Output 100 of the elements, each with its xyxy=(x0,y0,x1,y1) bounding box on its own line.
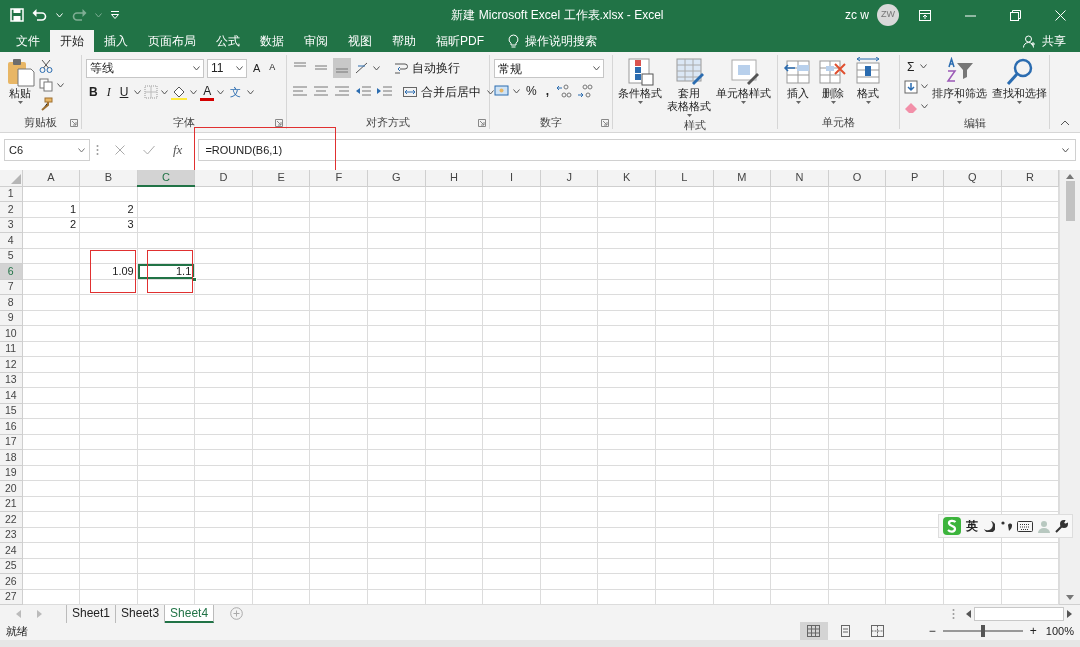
bold-button[interactable]: B xyxy=(86,82,101,102)
copy-icon[interactable] xyxy=(39,78,53,92)
table-cell[interactable]: 1 xyxy=(22,201,80,217)
caret-icon[interactable] xyxy=(920,64,928,69)
wrench-icon[interactable] xyxy=(1055,519,1068,533)
caret-icon[interactable] xyxy=(134,89,142,95)
ribbon-tab[interactable]: 帮助 xyxy=(382,30,426,52)
ribbon-tab[interactable]: 数据 xyxy=(250,30,294,52)
merge-center-button[interactable]: 合并后居中 xyxy=(400,82,484,102)
column-header[interactable]: R xyxy=(1001,170,1059,186)
conditional-formatting-button[interactable]: 条件格式 xyxy=(617,57,663,118)
column-header[interactable]: B xyxy=(79,170,138,186)
save-icon[interactable] xyxy=(10,8,24,22)
phonetic-guide-button[interactable]: 文 xyxy=(227,82,245,102)
underline-button[interactable]: U xyxy=(116,82,132,102)
increase-decimal-icon[interactable] xyxy=(555,83,573,99)
caret-icon[interactable] xyxy=(373,65,380,71)
column-header[interactable]: P xyxy=(885,170,944,186)
share-button[interactable]: 共享 xyxy=(1017,30,1072,52)
column-header[interactable]: C xyxy=(137,170,195,186)
moon-icon[interactable] xyxy=(983,520,995,532)
horizontal-scrollbar[interactable] xyxy=(974,606,1064,621)
table-cell[interactable]: 2 xyxy=(79,201,138,217)
keyboard-icon[interactable] xyxy=(1017,520,1033,532)
font-size-dropdown[interactable]: 11 xyxy=(207,58,247,78)
tell-me-search[interactable]: 操作说明搜索 xyxy=(502,30,603,52)
orientation-icon[interactable] xyxy=(354,61,370,75)
scroll-left-icon[interactable] xyxy=(966,609,971,618)
autosum-button[interactable]: Σ xyxy=(904,56,918,77)
dialog-launcher-icon[interactable] xyxy=(275,119,283,127)
zoom-level[interactable]: 100% xyxy=(1045,622,1074,640)
zoom-slider-thumb[interactable] xyxy=(980,625,985,637)
column-header[interactable]: K xyxy=(597,170,656,186)
format-painter-icon[interactable] xyxy=(39,97,53,111)
zoom-out-button[interactable]: − xyxy=(925,621,939,641)
percent-button[interactable]: % xyxy=(523,81,540,101)
caret-icon[interactable] xyxy=(487,89,494,95)
font-name-dropdown[interactable]: 等线 xyxy=(86,58,204,78)
ribbon-tab[interactable]: 公式 xyxy=(206,30,250,52)
name-box[interactable]: C6 xyxy=(4,139,90,161)
insert-function-button[interactable]: fx xyxy=(173,140,183,160)
caret-icon[interactable] xyxy=(236,65,243,71)
caret-icon[interactable] xyxy=(247,89,255,95)
insert-cells-button[interactable]: 插入 xyxy=(782,57,814,115)
splitter-icon[interactable] xyxy=(96,144,99,156)
comma-style-button[interactable]: , xyxy=(542,81,552,101)
caret-icon[interactable] xyxy=(161,89,169,95)
column-header[interactable]: A xyxy=(22,170,80,186)
ribbon-tab[interactable]: 插入 xyxy=(94,30,138,52)
caret-icon[interactable] xyxy=(78,147,85,153)
wrap-text-button[interactable]: 自动换行 xyxy=(391,58,463,78)
column-header[interactable]: L xyxy=(655,170,714,186)
punctuation-icon[interactable] xyxy=(1000,520,1012,532)
caret-icon[interactable] xyxy=(57,82,64,88)
table-cell[interactable]: 1.09 xyxy=(79,263,138,279)
fill-handle[interactable] xyxy=(192,276,198,282)
cell-styles-button[interactable]: 单元格样式 xyxy=(715,57,772,118)
close-icon[interactable] xyxy=(1055,9,1066,21)
caret-icon[interactable] xyxy=(593,66,600,71)
scroll-down-icon[interactable] xyxy=(1066,595,1075,600)
caret-icon[interactable] xyxy=(190,89,198,95)
ribbon-tab[interactable]: 文件 xyxy=(6,30,50,52)
scroll-right-icon[interactable] xyxy=(1067,609,1072,618)
table-cell[interactable]: 1.1 xyxy=(137,263,195,279)
table-cell[interactable]: 2 xyxy=(22,217,80,233)
fill-color-icon[interactable] xyxy=(171,84,188,100)
sort-filter-button[interactable]: 排序和筛选 xyxy=(931,57,988,116)
view-button[interactable] xyxy=(799,622,828,640)
dialog-launcher-icon[interactable] xyxy=(601,119,609,127)
column-header[interactable]: E xyxy=(252,170,310,186)
customize-icon[interactable] xyxy=(110,10,120,20)
column-header[interactable]: N xyxy=(770,170,829,186)
column-header[interactable]: D xyxy=(194,170,253,186)
column-header[interactable]: I xyxy=(482,170,541,186)
undo-icon[interactable] xyxy=(32,8,48,22)
number-format-dropdown[interactable]: 常规 xyxy=(494,59,604,78)
ribbon-tab[interactable]: 视图 xyxy=(338,30,382,52)
italic-button[interactable]: I xyxy=(103,82,114,102)
fill-icon[interactable] xyxy=(904,79,918,94)
column-header[interactable]: F xyxy=(309,170,368,186)
column-header[interactable]: O xyxy=(828,170,886,186)
dialog-launcher-icon[interactable] xyxy=(70,119,78,127)
format-cells-button[interactable]: 格式 xyxy=(852,57,884,115)
input-mode-label[interactable]: 英 xyxy=(966,517,978,535)
ribbon-tab[interactable]: 福昕PDF xyxy=(426,30,494,52)
column-header[interactable]: J xyxy=(540,170,598,186)
decrease-decimal-icon[interactable] xyxy=(576,83,594,99)
ribbon-display-icon[interactable] xyxy=(919,9,931,21)
format-as-table-button[interactable]: 套用 表格格式 xyxy=(666,57,712,118)
caret-icon[interactable] xyxy=(193,65,200,71)
column-header[interactable]: Q xyxy=(943,170,1002,186)
caret-icon[interactable] xyxy=(921,104,928,109)
cut-icon[interactable] xyxy=(39,59,53,73)
grow-font-button[interactable]: A xyxy=(250,58,264,78)
column-header[interactable]: H xyxy=(425,170,483,186)
column-header[interactable]: G xyxy=(367,170,426,186)
ribbon-tab[interactable]: 页面布局 xyxy=(138,30,206,52)
dialog-launcher-icon[interactable] xyxy=(478,119,486,127)
zoom-in-button[interactable]: + xyxy=(1026,621,1040,641)
table-cell[interactable]: 3 xyxy=(79,217,138,233)
